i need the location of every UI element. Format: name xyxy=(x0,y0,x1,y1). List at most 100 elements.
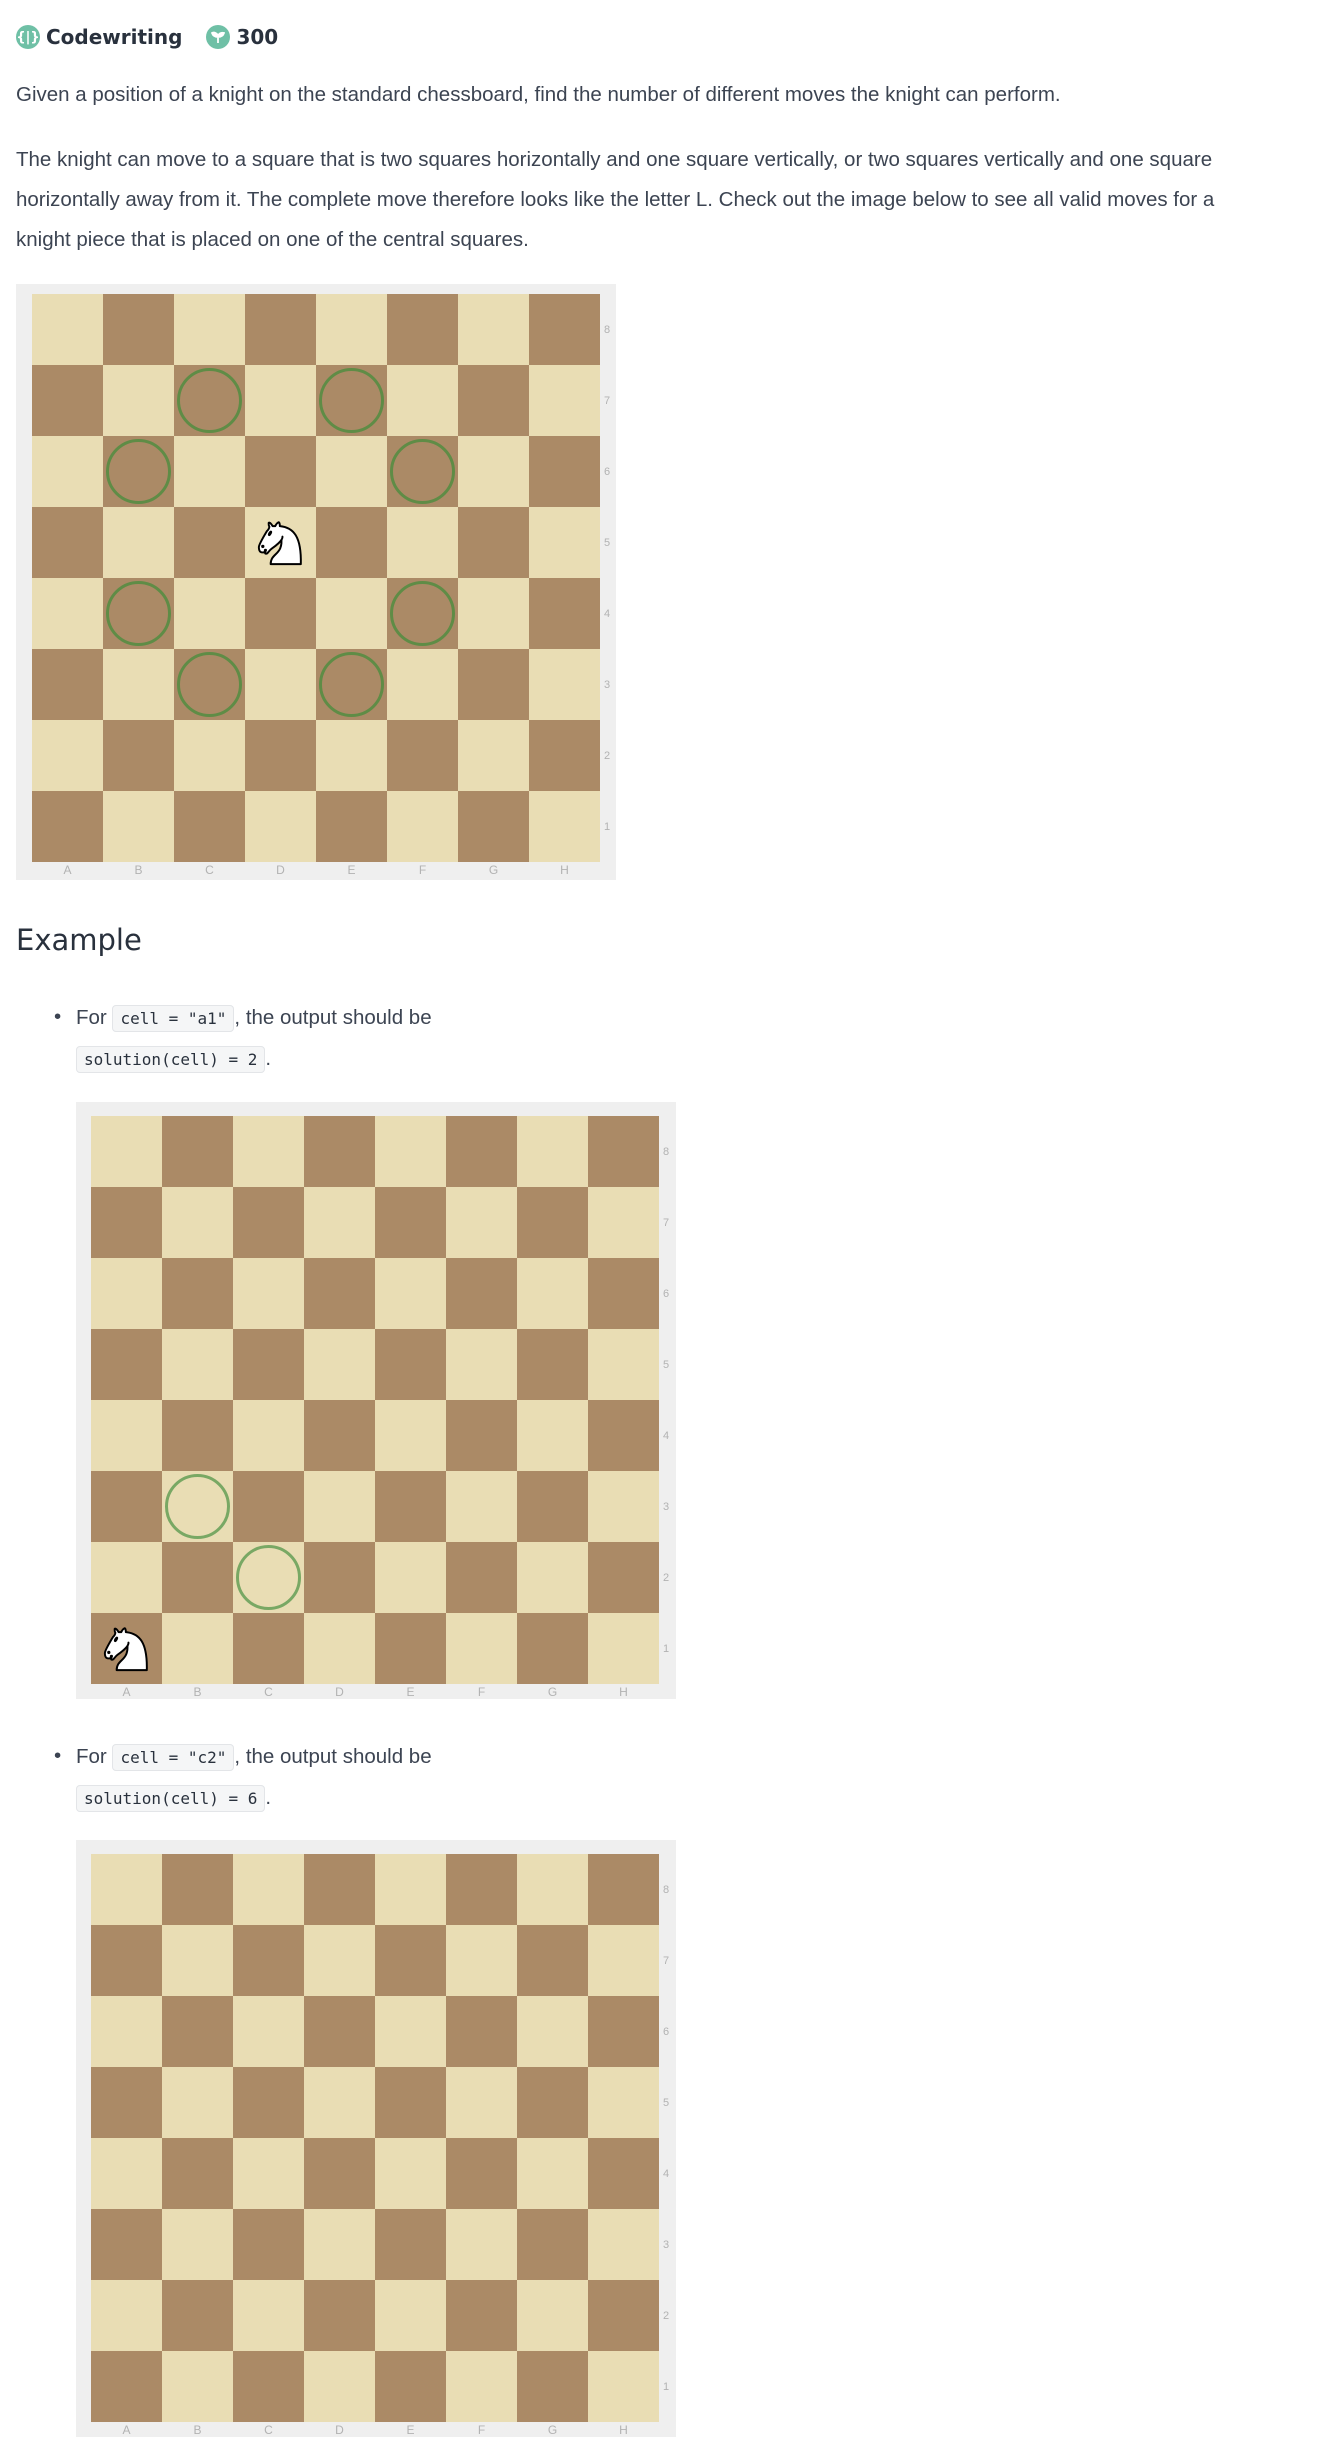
board-square xyxy=(103,649,174,720)
board-square xyxy=(517,2138,588,2209)
file-label: E xyxy=(406,2423,415,2437)
board-square xyxy=(162,1329,233,1400)
board-square xyxy=(91,1258,162,1329)
rank-label: 5 xyxy=(662,2097,670,2109)
file-label: D xyxy=(335,2423,344,2437)
board-square xyxy=(316,436,387,507)
board-square xyxy=(162,2280,233,2351)
board-square xyxy=(588,1471,659,1542)
board-square xyxy=(103,507,174,578)
task-header: {|} Codewriting 300 xyxy=(16,22,278,52)
example-suffix: , the output should be xyxy=(234,1006,432,1029)
board-square xyxy=(174,791,245,862)
board-square xyxy=(375,1116,446,1187)
board-square xyxy=(517,1187,588,1258)
file-label: E xyxy=(406,1685,415,1699)
rank-label: 2 xyxy=(662,1572,670,1584)
board-square xyxy=(446,1613,517,1684)
rank-label: 3 xyxy=(662,2239,670,2251)
board-square xyxy=(316,294,387,365)
board-square xyxy=(245,436,316,507)
file-label: B xyxy=(193,1685,202,1699)
file-label: G xyxy=(488,863,499,877)
board-square xyxy=(529,578,600,649)
board-square xyxy=(588,2351,659,2422)
board-square xyxy=(529,365,600,436)
board-square xyxy=(446,1400,517,1471)
board-square xyxy=(174,436,245,507)
board-square xyxy=(458,507,529,578)
example-output-code: solution(cell) = 6 xyxy=(76,1785,266,1812)
board-square xyxy=(517,1400,588,1471)
board-square xyxy=(387,578,458,649)
rank-label: 7 xyxy=(662,1217,670,1229)
file-label: F xyxy=(477,2423,486,2437)
file-label: C xyxy=(264,1685,273,1699)
board-square xyxy=(529,791,600,862)
description-rules: The knight can move to a square that is … xyxy=(16,140,1306,260)
board-grid xyxy=(32,294,600,862)
board-square xyxy=(588,1187,659,1258)
file-label: C xyxy=(264,2423,273,2437)
board-square xyxy=(446,1187,517,1258)
board-square xyxy=(517,1329,588,1400)
board-square xyxy=(375,2209,446,2280)
board-square xyxy=(162,2209,233,2280)
board-square xyxy=(375,1471,446,1542)
board-square xyxy=(529,720,600,791)
board-square xyxy=(32,720,103,791)
board-square xyxy=(529,649,600,720)
board-square xyxy=(375,1613,446,1684)
board-square xyxy=(91,1187,162,1258)
file-label: C xyxy=(205,863,214,877)
board-square xyxy=(375,1329,446,1400)
board-square xyxy=(517,1471,588,1542)
file-label: A xyxy=(122,1685,131,1699)
board-square xyxy=(162,1400,233,1471)
rank-label: 7 xyxy=(662,1955,670,1967)
board-square xyxy=(91,1471,162,1542)
task-page: {|} Codewriting 300 Given a position of … xyxy=(0,0,1334,2437)
board-square xyxy=(375,1854,446,1925)
board-square xyxy=(233,1400,304,1471)
board-square xyxy=(517,1116,588,1187)
chessboard-example-a1: 8 7 6 5 4 3 2 1 A B C D E F G H xyxy=(76,1102,676,1699)
example-end: . xyxy=(265,1047,272,1070)
board-square xyxy=(588,1542,659,1613)
rank-label: 4 xyxy=(603,608,611,620)
description-rules-line: horizontally away from it. The complete … xyxy=(16,188,1215,211)
board-square xyxy=(233,1996,304,2067)
file-label: D xyxy=(335,1685,344,1699)
rank-label: 8 xyxy=(662,1146,670,1158)
board-square xyxy=(304,1854,375,1925)
description-rules-line: knight piece that is placed on one of th… xyxy=(16,228,529,251)
board-square xyxy=(103,294,174,365)
chessboard-main: 8 7 6 5 4 3 2 1 A B C D E F G H xyxy=(16,284,616,880)
board-square xyxy=(387,720,458,791)
board-square xyxy=(91,2280,162,2351)
file-label: H xyxy=(560,863,569,877)
rank-label: 2 xyxy=(662,2310,670,2322)
board-square xyxy=(446,1854,517,1925)
file-label: E xyxy=(347,863,356,877)
file-label: H xyxy=(619,1685,628,1699)
file-label: B xyxy=(193,2423,202,2437)
board-square xyxy=(162,1116,233,1187)
board-square xyxy=(458,578,529,649)
board-square xyxy=(446,2209,517,2280)
board-square xyxy=(458,294,529,365)
board-square xyxy=(446,1258,517,1329)
knight-icon xyxy=(251,513,310,572)
board-square xyxy=(304,1613,375,1684)
task-points: 300 xyxy=(236,25,279,49)
board-square xyxy=(174,720,245,791)
board-square xyxy=(517,1854,588,1925)
board-square xyxy=(245,294,316,365)
board-square xyxy=(375,2138,446,2209)
board-square xyxy=(162,1854,233,1925)
board-square xyxy=(304,1400,375,1471)
board-grid xyxy=(91,1116,659,1684)
rank-label: 1 xyxy=(662,2381,670,2393)
board-square xyxy=(233,1329,304,1400)
board-square xyxy=(446,2067,517,2138)
